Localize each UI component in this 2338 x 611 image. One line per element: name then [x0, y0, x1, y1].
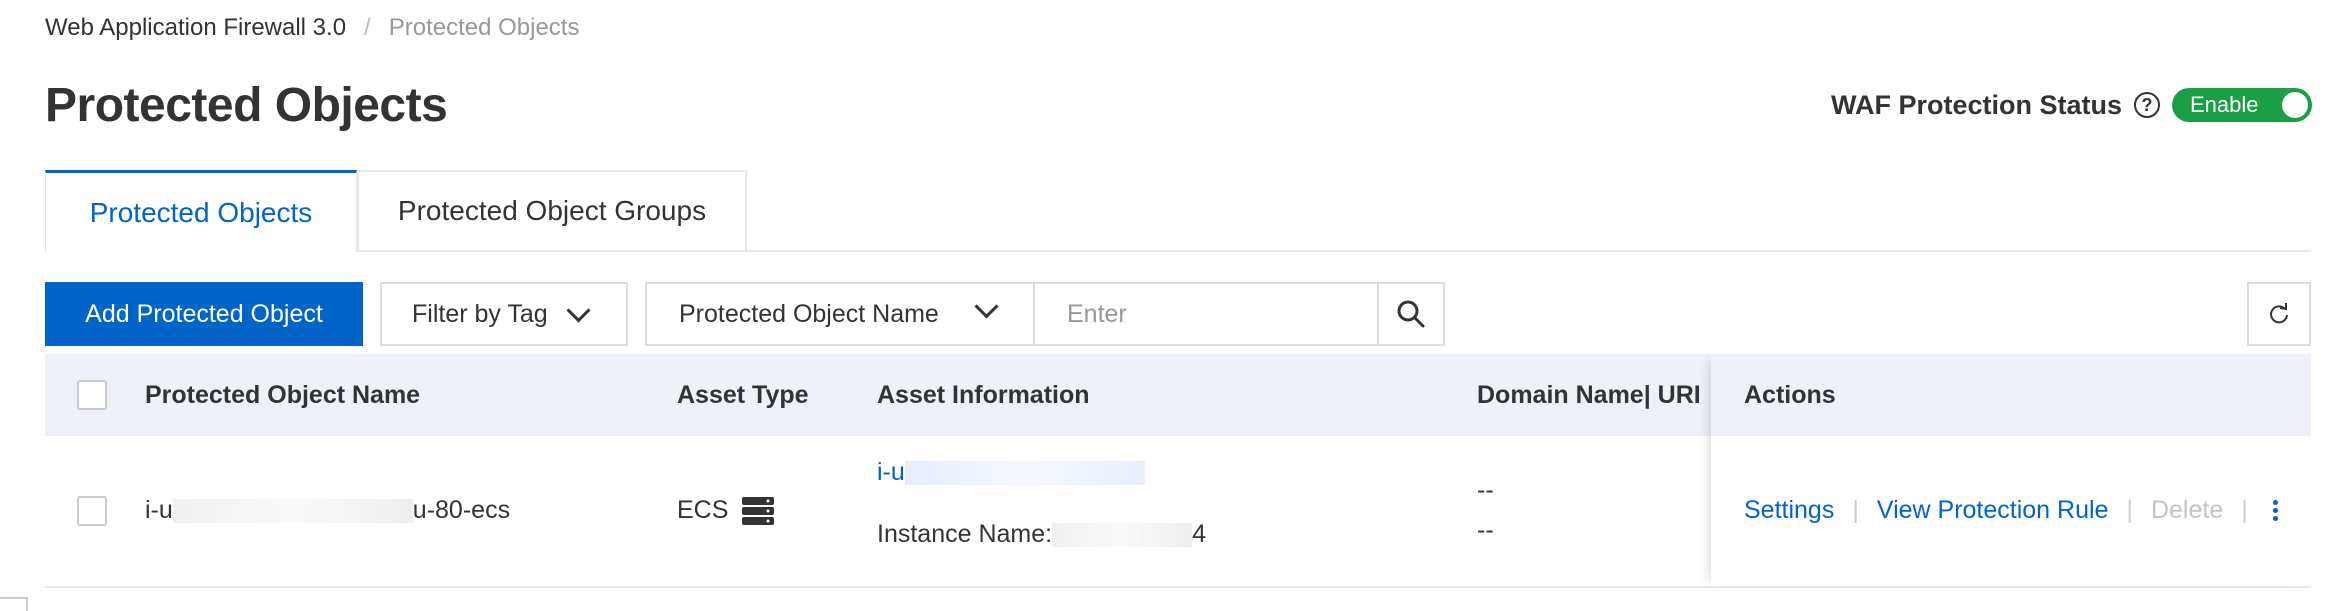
uri-value: --	[1477, 516, 1494, 544]
add-protected-object-button[interactable]: Add Protected Object	[45, 282, 363, 346]
header-name[interactable]: Protected Object Name	[145, 354, 420, 436]
tab-bar: Protected Objects Protected Object Group…	[45, 170, 2311, 252]
object-name-prefix: i-u	[145, 496, 173, 524]
server-icon	[742, 496, 775, 525]
search-input[interactable]: Enter	[1033, 282, 1379, 346]
filter-by-tag-label: Filter by Tag	[412, 299, 548, 328]
page-title: Protected Objects	[45, 79, 448, 132]
row-checkbox[interactable]	[77, 496, 107, 526]
breadcrumb-separator: /	[364, 14, 371, 41]
header-select-all	[77, 354, 107, 436]
chevron-down-icon	[974, 294, 999, 319]
question-circle-icon[interactable]: ?	[2134, 92, 2160, 118]
waf-protection-status: WAF Protection Status ? Enable	[1831, 88, 2312, 122]
header-asset-type[interactable]: Asset Type	[677, 354, 809, 436]
toolbar: Add Protected Object Filter by Tag Prote…	[45, 282, 2311, 346]
tab-protected-objects[interactable]: Protected Objects	[45, 170, 357, 252]
asset-id[interactable]: i-u	[877, 458, 1145, 487]
select-all-checkbox[interactable]	[77, 380, 107, 410]
search-placeholder: Enter	[1067, 299, 1127, 328]
corner-fragment	[0, 597, 28, 611]
redacted-block	[172, 499, 413, 524]
redacted-block	[1052, 523, 1193, 548]
search-button[interactable]	[1377, 282, 1445, 346]
refresh-icon	[2270, 303, 2288, 324]
search-field-label: Protected Object Name	[679, 299, 939, 328]
toggle-label: Enable	[2190, 92, 2259, 117]
asset-type-label: ECS	[677, 496, 729, 524]
instance-name: Instance Name: 4	[877, 520, 1206, 549]
asset-type: ECS	[677, 496, 775, 525]
waf-status-label: WAF Protection Status	[1830, 89, 2122, 120]
filter-by-tag-dropdown[interactable]: Filter by Tag	[380, 282, 628, 346]
actions-column-shadow	[1711, 354, 2311, 586]
domain-value: --	[1477, 476, 1494, 504]
search-field-select[interactable]: Protected Object Name	[645, 282, 1035, 346]
object-name: i-u u-80-ecs	[145, 496, 510, 525]
breadcrumb-root[interactable]: Web Application Firewall 3.0	[45, 14, 346, 42]
chevron-down-icon	[566, 297, 591, 323]
toggle-knob	[2282, 92, 2308, 118]
redacted-block	[904, 461, 1145, 486]
row-select	[77, 496, 107, 526]
refresh-button[interactable]	[2247, 282, 2311, 346]
waf-protection-toggle[interactable]: Enable	[2172, 88, 2312, 122]
asset-id-link[interactable]: i-u	[877, 458, 905, 486]
header-domain-uri[interactable]: Domain Name| URI	[1477, 354, 1701, 436]
search-icon	[1397, 300, 1425, 328]
instance-name-label: Instance Name:	[877, 520, 1053, 548]
breadcrumb-current: Protected Objects	[388, 14, 580, 41]
header-asset-info[interactable]: Asset Information	[877, 354, 1090, 436]
tab-protected-object-groups[interactable]: Protected Object Groups	[357, 170, 747, 250]
breadcrumb: Web Application Firewall 3.0 / Protected…	[45, 14, 579, 42]
instance-name-suffix: 4	[1192, 520, 1206, 548]
object-name-suffix: u-80-ecs	[412, 496, 511, 524]
